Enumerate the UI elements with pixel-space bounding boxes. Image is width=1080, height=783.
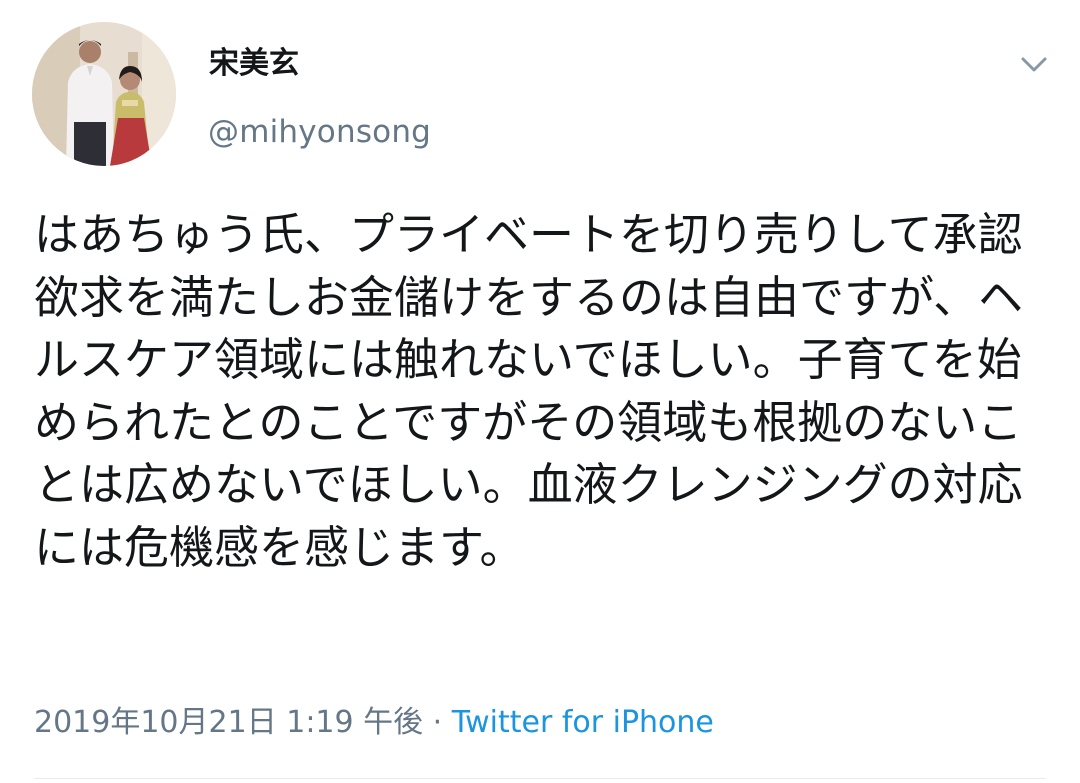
chevron-down-icon[interactable]: [1014, 48, 1054, 82]
avatar[interactable]: [32, 22, 176, 166]
divider: [34, 778, 1046, 779]
tweet-timestamp[interactable]: 2019年10月21日 1:19 午後: [34, 705, 423, 740]
display-name[interactable]: 宋美玄: [209, 44, 299, 84]
tweet: 宋美玄 @mihyonsong はあちゅう氏、プライベートを切り売りして承認欲求…: [0, 0, 1080, 783]
meta-separator: ·: [423, 705, 452, 740]
user-handle[interactable]: @mihyonsong: [208, 112, 431, 152]
avatar-photo: [32, 22, 176, 166]
tweet-source-link[interactable]: Twitter for iPhone: [452, 705, 714, 740]
tweet-meta: 2019年10月21日 1:19 午後 · Twitter for iPhone: [34, 700, 714, 746]
tweet-text: はあちゅう氏、プライベートを切り売りして承認欲求を満たしお金儲けをするのは自由で…: [34, 208, 1024, 574]
